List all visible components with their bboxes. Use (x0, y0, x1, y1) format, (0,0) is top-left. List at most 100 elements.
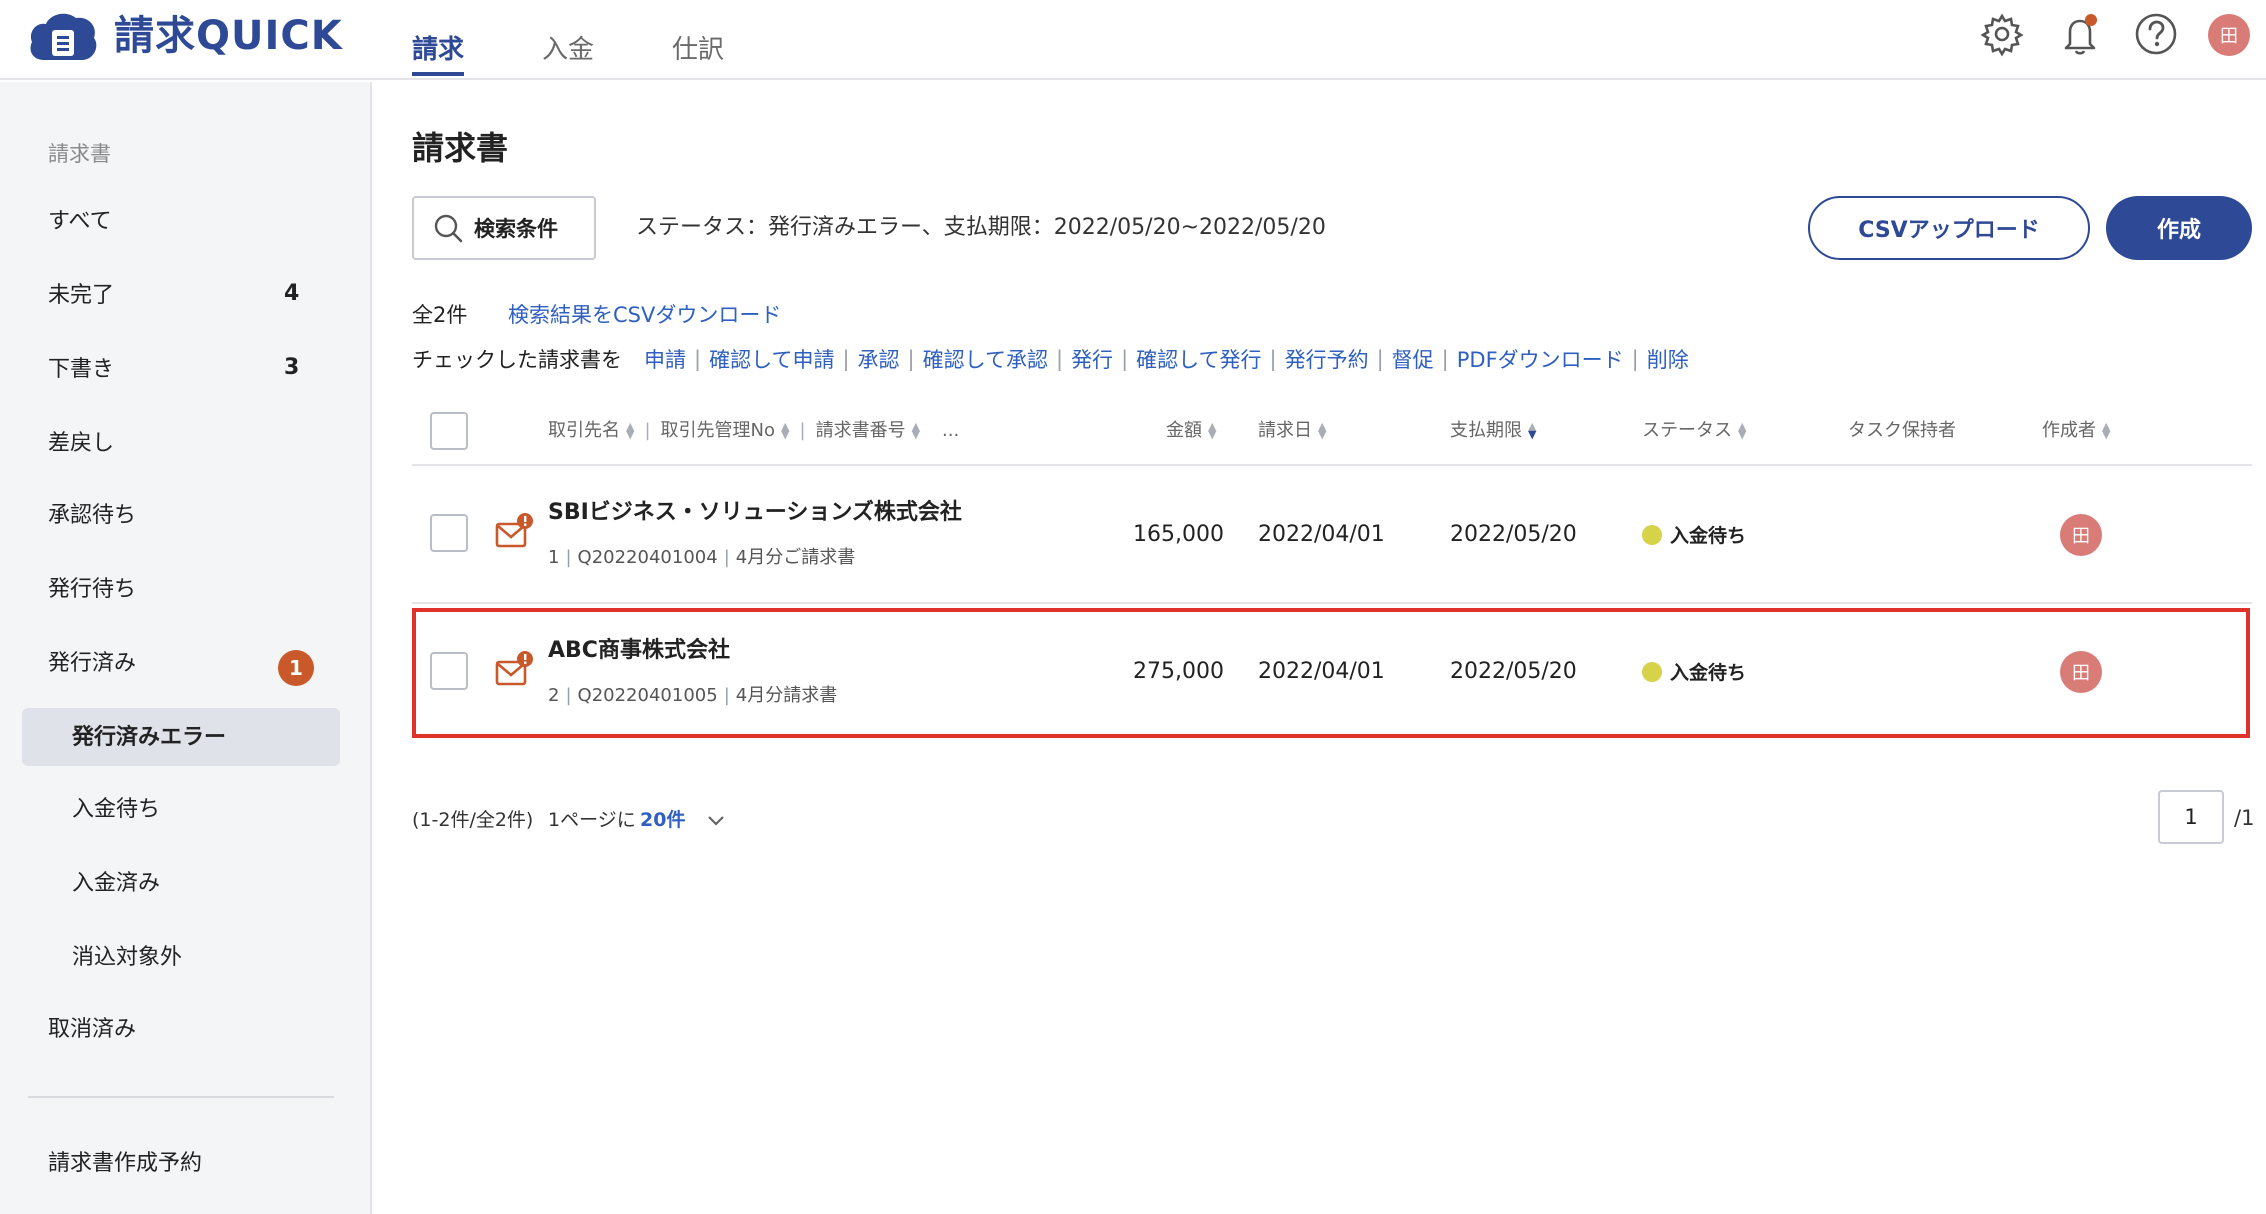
sidebar-heading: 請求書 (48, 142, 111, 166)
sort-icon[interactable]: ▲ ▼ (912, 421, 920, 440)
gear-icon[interactable] (1978, 10, 2026, 58)
bulk-apply-link[interactable]: 申請 (644, 344, 686, 374)
bulk-pdf-download-link[interactable]: PDFダウンロード (1457, 344, 1624, 374)
bulk-confirm-apply-link[interactable]: 確認して申請 (709, 344, 834, 374)
separator: | (723, 547, 730, 568)
create-button[interactable]: 作成 (2106, 196, 2252, 260)
tab-payment[interactable]: 入金 (542, 30, 594, 70)
header-invoice-date-cell: 請求日 ▲ ▼ (1258, 416, 1326, 446)
table-header-client-group: 取引先名 ▲ ▼ | 取引先管理No ▲ ▼ | 請求書番号 ▲ ▼ ... (548, 416, 959, 446)
row-invoice-date: 2022/04/01 (1258, 522, 1385, 547)
bulk-confirm-issue-link[interactable]: 確認して発行 (1136, 344, 1261, 374)
row-subline: 1 | Q20220401004 | 4月分ご請求書 (548, 544, 855, 572)
tab-invoice[interactable]: 請求 (412, 30, 464, 70)
client-name[interactable]: SBIビジネス・ソリューションズ株式会社 (548, 496, 962, 530)
sidebar-item-incomplete[interactable]: 未完了 (48, 276, 114, 316)
sidebar-item-returned[interactable]: 差戻し (48, 424, 114, 464)
csv-upload-button[interactable]: CSVアップロード (1808, 196, 2090, 260)
row-checkbox[interactable] (430, 652, 468, 690)
sidebar-item-paid[interactable]: 入金済み (72, 864, 160, 904)
separator: | (723, 685, 730, 706)
sort-icon[interactable]: ▲ ▼ (626, 421, 634, 440)
sidebar-item-issued[interactable]: 発行済み (48, 644, 136, 684)
separator: | (842, 347, 850, 371)
sort-icon[interactable]: ▲ ▼ (1318, 421, 1326, 440)
sort-icon[interactable]: ▲ ▼ (2102, 421, 2110, 440)
page-title: 請求書 (412, 129, 509, 167)
row-amount: 165,000 (1133, 522, 1224, 547)
header-task-holder-cell: タスク保持者 (1848, 416, 1956, 446)
header-client: 取引先名 (548, 420, 620, 441)
total-pages: /1 (2234, 806, 2255, 830)
header-status: ステータス (1642, 420, 1732, 441)
client-name[interactable]: ABC商事株式会社 (548, 634, 730, 668)
page-number-input[interactable] (2158, 790, 2224, 844)
sidebar-item-draft[interactable]: 下書き (48, 350, 114, 390)
header-invoice-no: 請求書番号 (815, 420, 906, 441)
sort-icon[interactable]: ▲ ▼ (1208, 421, 1216, 440)
row-due-date: 2022/05/20 (1450, 522, 1577, 547)
status-dot-icon (1642, 661, 1662, 682)
help-icon[interactable] (2132, 10, 2180, 58)
bulk-actions-prefix: チェックした請求書を (412, 348, 622, 372)
bulk-actions-bar: チェックした請求書を 申請 | 確認して申請 | 承認 | 確認して承認 | 発行 | 確… (412, 342, 1689, 376)
csv-download-link[interactable]: 検索結果をCSVダウンロード (508, 298, 781, 332)
table-header-divider (412, 464, 2252, 466)
header-amount-cell: 金額 ▲ ▼ (1166, 416, 1216, 446)
active-filter-summary: ステータス：発行済みエラー、支払期限：2022/05/20~2022/05/20 (636, 215, 1326, 240)
sidebar-item-cancelled[interactable]: 取消済み (48, 1010, 136, 1050)
select-all-checkbox[interactable] (430, 412, 468, 450)
separator: | (907, 347, 915, 371)
per-page-select[interactable]: 20件 (640, 804, 685, 836)
header-more[interactable]: ... (942, 416, 959, 446)
row-invoice-date: 2022/04/01 (1258, 659, 1385, 684)
separator: | (694, 347, 702, 371)
bulk-issue-link[interactable]: 発行 (1071, 344, 1113, 374)
sidebar-item-awaiting-payment[interactable]: 入金待ち (72, 790, 160, 830)
separator: | (1269, 347, 1277, 371)
sidebar-item-awaiting-approval[interactable]: 承認待ち (48, 496, 136, 536)
sidebar-divider (28, 1096, 334, 1098)
mail-error-icon (495, 513, 533, 548)
sidebar-item-issued-error[interactable]: 発行済みエラー (72, 718, 226, 758)
user-avatar[interactable]: 田 (2208, 14, 2250, 56)
separator: | (1441, 347, 1449, 371)
bulk-remind-link[interactable]: 督促 (1392, 344, 1434, 374)
tab-journal[interactable]: 仕訳 (672, 30, 724, 70)
sort-desc-icon[interactable]: ▲ ▼ (1528, 421, 1536, 440)
row-subline: 2 | Q20220401005 | 4月分請求書 (548, 682, 837, 710)
app-logo-text: 請求QUICK (114, 13, 343, 59)
sidebar-count-incomplete: 4 (284, 281, 300, 306)
bulk-confirm-approve-link[interactable]: 確認して承認 (923, 344, 1048, 374)
separator: | (1121, 347, 1129, 371)
row-checkbox[interactable] (430, 514, 468, 552)
creator-avatar: 田 (2060, 651, 2102, 693)
row-divider (412, 602, 2252, 604)
row-due-date: 2022/05/20 (1450, 659, 1577, 684)
header-amount: 金額 (1166, 420, 1202, 441)
bulk-schedule-issue-link[interactable]: 発行予約 (1285, 344, 1369, 374)
status-text: 入金待ち (1670, 662, 1747, 684)
logo-icon (30, 13, 97, 61)
chevron-down-icon[interactable] (704, 808, 728, 832)
sidebar-badge-awaiting-issue: 1 (278, 650, 314, 686)
mail-error-icon (495, 651, 533, 686)
search-icon (434, 214, 463, 243)
bulk-delete-link[interactable]: 削除 (1647, 344, 1689, 374)
sidebar-item-all[interactable]: すべて (48, 202, 112, 242)
separator: | (644, 420, 651, 441)
sidebar-item-scheduled-creation[interactable]: 請求書作成予約 (48, 1144, 202, 1184)
sort-icon[interactable]: ▲ ▼ (781, 421, 789, 440)
sidebar-item-awaiting-issue[interactable]: 発行待ち (48, 570, 136, 610)
separator: | (799, 420, 806, 441)
search-conditions-button[interactable]: 検索条件 (412, 196, 596, 260)
status-badge: 入金待ち (1642, 658, 1746, 685)
sort-icon[interactable]: ▲ ▼ (1738, 421, 1746, 440)
bulk-approve-link[interactable]: 承認 (858, 344, 900, 374)
bell-icon[interactable] (2056, 10, 2104, 58)
sidebar-item-excluded[interactable]: 消込対象外 (72, 938, 182, 978)
separator: | (1376, 347, 1384, 371)
header-due-date-cell: 支払期限 ▲ ▼ (1450, 416, 1536, 446)
row-amount: 275,000 (1133, 659, 1224, 684)
separator: | (565, 547, 572, 568)
